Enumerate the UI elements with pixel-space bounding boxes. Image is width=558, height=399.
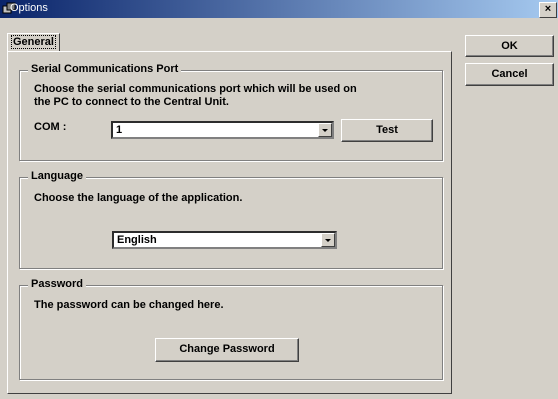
title-bar: Options × [0, 0, 558, 18]
serial-description-line1: Choose the serial communications port wh… [34, 83, 357, 95]
close-icon: × [544, 3, 552, 15]
com-label: COM : [34, 121, 67, 133]
window-title: Options [10, 2, 48, 14]
password-description: The password can be changed here. [34, 299, 224, 311]
serial-description-line2: the PC to connect to the Central Unit. [34, 96, 229, 108]
ok-button[interactable]: OK [465, 35, 554, 57]
change-password-button[interactable]: Change Password [155, 338, 299, 362]
close-button[interactable]: × [539, 2, 557, 18]
serial-port-group: Serial Communications Port Choose the se… [19, 63, 443, 161]
chevron-down-icon[interactable] [321, 233, 335, 247]
tab-general-label: General [11, 35, 56, 49]
serial-port-legend: Serial Communications Port [28, 63, 182, 75]
com-port-select[interactable]: 1 [111, 121, 334, 139]
password-group: Password The password can be changed her… [19, 278, 443, 380]
language-select[interactable]: English [112, 231, 337, 249]
language-group: Language Choose the language of the appl… [19, 170, 443, 269]
com-port-value: 1 [116, 124, 123, 136]
language-legend: Language [28, 170, 86, 182]
chevron-down-icon[interactable] [318, 123, 332, 137]
password-legend: Password [28, 278, 86, 290]
test-button[interactable]: Test [341, 119, 433, 142]
language-description: Choose the language of the application. [34, 192, 243, 204]
cancel-button[interactable]: Cancel [465, 63, 554, 86]
language-value: English [117, 234, 157, 246]
tab-general[interactable]: General [7, 33, 60, 51]
